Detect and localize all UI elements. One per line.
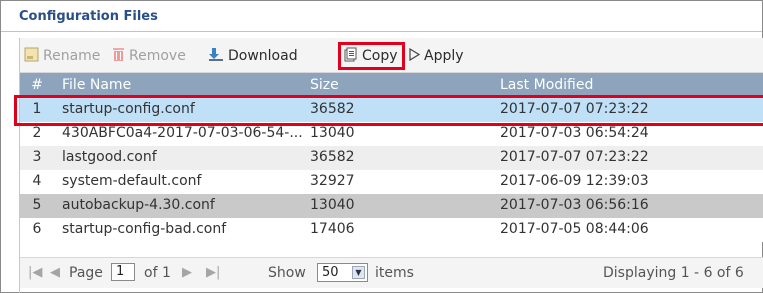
- row-last-modified: 2017-07-03 06:54:24: [500, 125, 649, 141]
- row-number: 3: [32, 149, 42, 165]
- table-row[interactable]: 3 lastgood.conf 36582 2017-07-07 07:23:2…: [20, 146, 763, 170]
- remove-label: Remove: [129, 48, 186, 64]
- files-panel: Rename Remove Download Copy Apply # File…: [14, 38, 763, 293]
- page-count-label: of 1: [144, 265, 171, 281]
- row-size: 13040: [310, 197, 355, 213]
- row-file-name: system-default.conf: [62, 173, 202, 189]
- chevron-down-icon: ▼: [352, 266, 365, 279]
- apply-button[interactable]: Apply: [409, 46, 464, 66]
- table-row[interactable]: 6 startup-config-bad.conf 17406 2017-07-…: [20, 218, 763, 242]
- toolbar: Rename Remove Download Copy Apply: [20, 38, 763, 73]
- row-last-modified: 2017-07-03 06:56:16: [500, 197, 649, 213]
- items-label: items: [375, 265, 414, 281]
- row-file-name: 430ABFC0a4-2017-07-03-06-54-...: [62, 125, 303, 141]
- panel-title: Configuration Files: [19, 9, 158, 24]
- selected-row-highlight: [14, 95, 763, 126]
- download-button[interactable]: Download: [208, 46, 298, 66]
- row-number: 4: [32, 173, 42, 189]
- column-header-last-modified[interactable]: Last Modified: [500, 77, 593, 93]
- show-label: Show: [268, 265, 306, 281]
- table-row[interactable]: 5 autobackup-4.30.conf 13040 2017-07-03 …: [20, 194, 763, 218]
- row-size: 13040: [310, 125, 355, 141]
- column-header-size[interactable]: Size: [310, 77, 339, 93]
- apply-label: Apply: [424, 48, 464, 64]
- rename-button[interactable]: Rename: [24, 46, 100, 66]
- rename-icon: [24, 47, 39, 66]
- next-page-icon[interactable]: ▶: [182, 265, 192, 280]
- page-size-select[interactable]: 50 ▼: [317, 263, 368, 282]
- download-label: Download: [228, 48, 298, 64]
- row-last-modified: 2017-06-09 12:39:03: [500, 173, 649, 189]
- remove-icon: [112, 47, 125, 66]
- pagination-bar: |◀ ◀ Page 1 of 1 ▶ ▶| Show 50 ▼ items Di…: [20, 257, 763, 288]
- row-number: 2: [32, 125, 42, 141]
- prev-page-icon[interactable]: ◀: [50, 265, 60, 280]
- first-page-icon[interactable]: |◀: [28, 265, 42, 280]
- last-page-icon[interactable]: ▶|: [206, 265, 220, 280]
- row-file-name: lastgood.conf: [62, 149, 157, 165]
- page-size-value: 50: [322, 265, 339, 280]
- row-size: 17406: [310, 221, 355, 237]
- page-label: Page: [69, 265, 103, 281]
- display-status: Displaying 1 - 6 of 6: [603, 265, 744, 281]
- remove-button[interactable]: Remove: [112, 46, 186, 66]
- rename-label: Rename: [43, 48, 101, 64]
- row-size: 36582: [310, 149, 355, 165]
- row-file-name: startup-config-bad.conf: [62, 221, 227, 237]
- copy-highlight: [338, 42, 405, 70]
- row-last-modified: 2017-07-05 08:44:06: [500, 221, 649, 237]
- title-divider: [1, 31, 762, 32]
- row-last-modified: 2017-07-07 07:23:22: [500, 149, 649, 165]
- apply-icon: [409, 47, 421, 65]
- table-row[interactable]: 4 system-default.conf 32927 2017-06-09 1…: [20, 170, 763, 194]
- column-header-number[interactable]: #: [26, 77, 48, 93]
- column-header-file-name[interactable]: File Name: [62, 77, 131, 93]
- page-number-input[interactable]: 1: [111, 263, 135, 281]
- row-number: 6: [32, 221, 42, 237]
- row-file-name: autobackup-4.30.conf: [62, 197, 215, 213]
- row-size: 32927: [310, 173, 355, 189]
- row-number: 5: [32, 197, 42, 213]
- download-icon: [208, 47, 224, 66]
- configuration-files-window: Configuration Files Rename Remove Downlo…: [0, 0, 763, 293]
